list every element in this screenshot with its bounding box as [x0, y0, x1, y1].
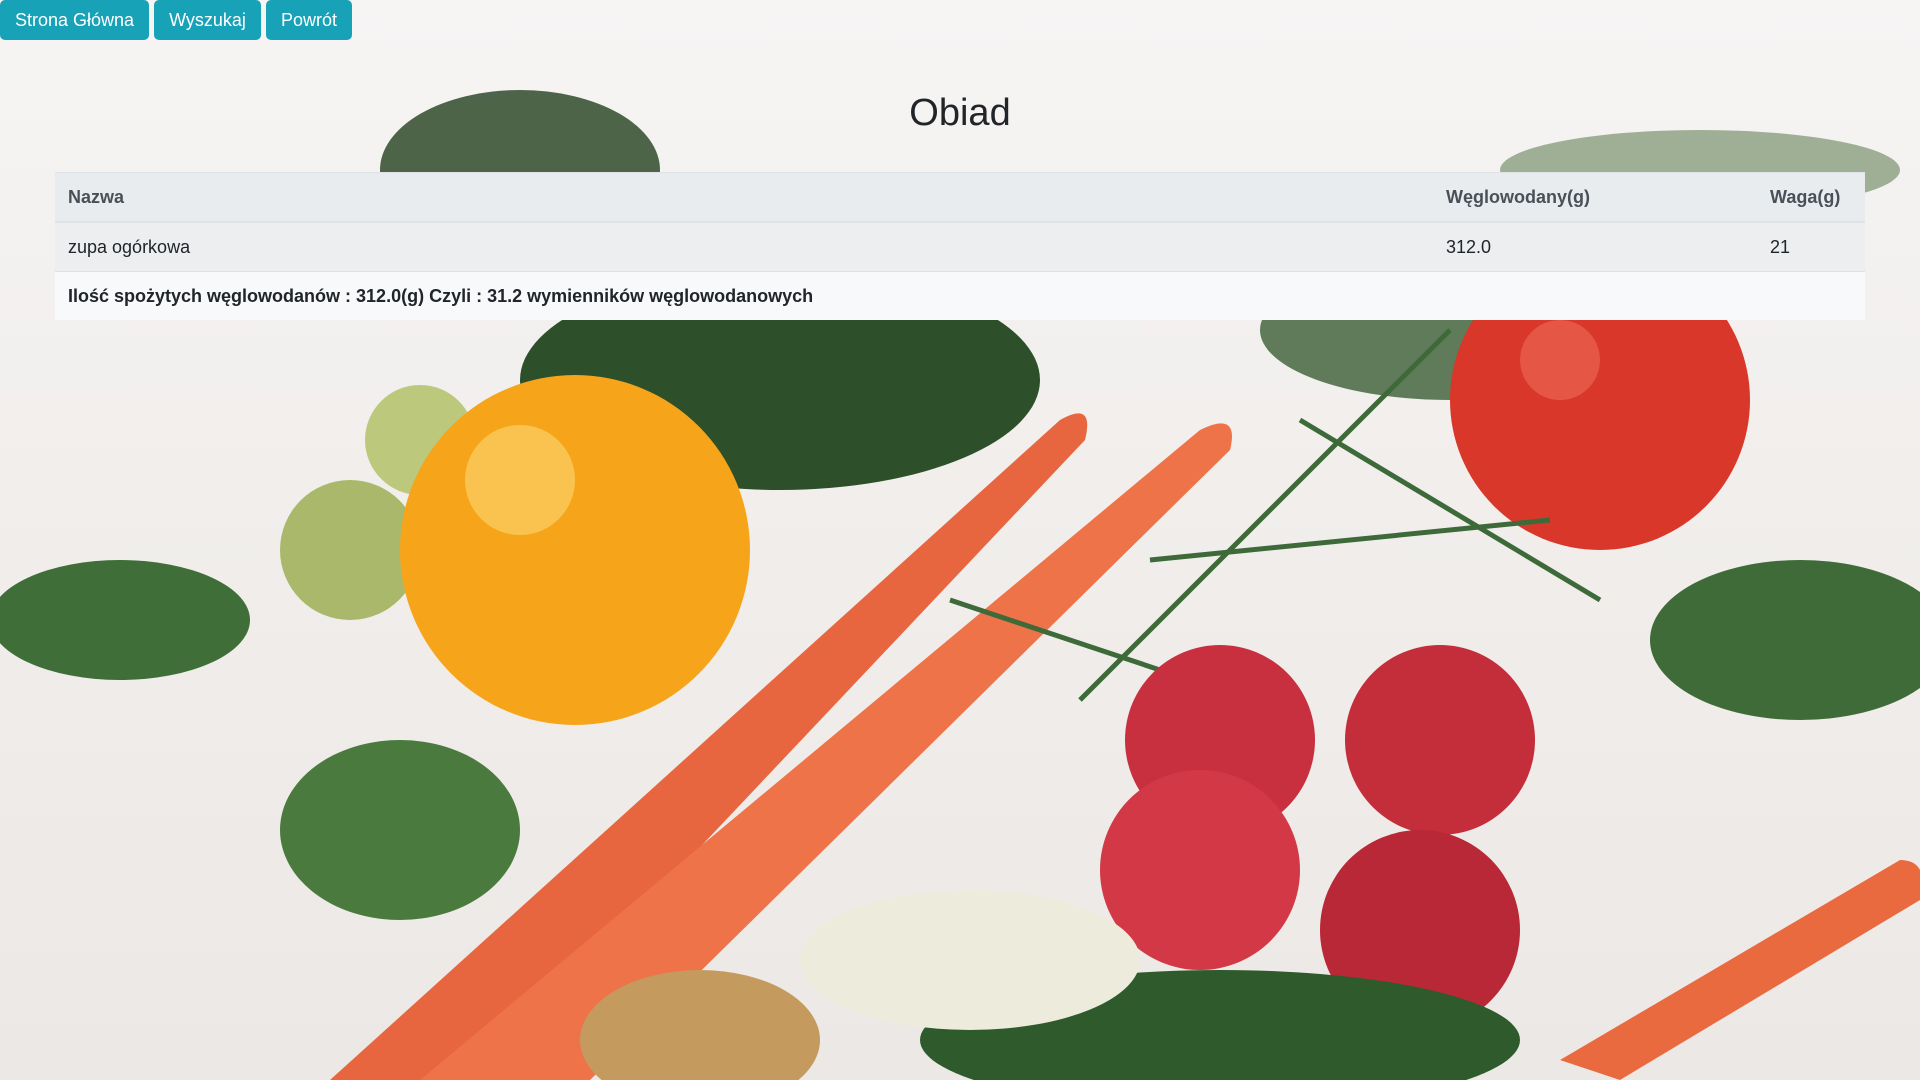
back-button[interactable]: Powrót: [265, 0, 352, 40]
carbs-summary: Ilość spożytych węglowodanów : 312.0(g) …: [55, 271, 1865, 320]
meal-table: Nazwa Węglowodany(g) Waga(g) zupa ogórko…: [55, 172, 1865, 320]
top-navigation: Strona Główna Wyszukaj Powrót: [0, 0, 352, 40]
vegetables-illustration: [0, 90, 1920, 1080]
table-header-row: Nazwa Węglowodany(g) Waga(g): [55, 172, 1865, 223]
column-header-carbs: Węglowodany(g): [1433, 172, 1757, 223]
table-row: zupa ogórkowa 312.0 21: [55, 221, 1865, 272]
cell-weight: 21: [1757, 221, 1865, 272]
home-button[interactable]: Strona Główna: [0, 0, 150, 40]
cell-carbs: 312.0: [1433, 221, 1757, 272]
cell-name: zupa ogórkowa: [55, 221, 1433, 272]
meal-table-container: Nazwa Węglowodany(g) Waga(g) zupa ogórko…: [55, 172, 1865, 320]
summary-row: Ilość spożytych węglowodanów : 312.0(g) …: [55, 271, 1865, 320]
search-button[interactable]: Wyszukaj: [154, 0, 261, 40]
column-header-weight: Waga(g): [1757, 172, 1865, 223]
background-vegetables-image: [0, 0, 1920, 1080]
page-title: Obiad: [909, 92, 1011, 134]
column-header-name: Nazwa: [55, 172, 1433, 223]
